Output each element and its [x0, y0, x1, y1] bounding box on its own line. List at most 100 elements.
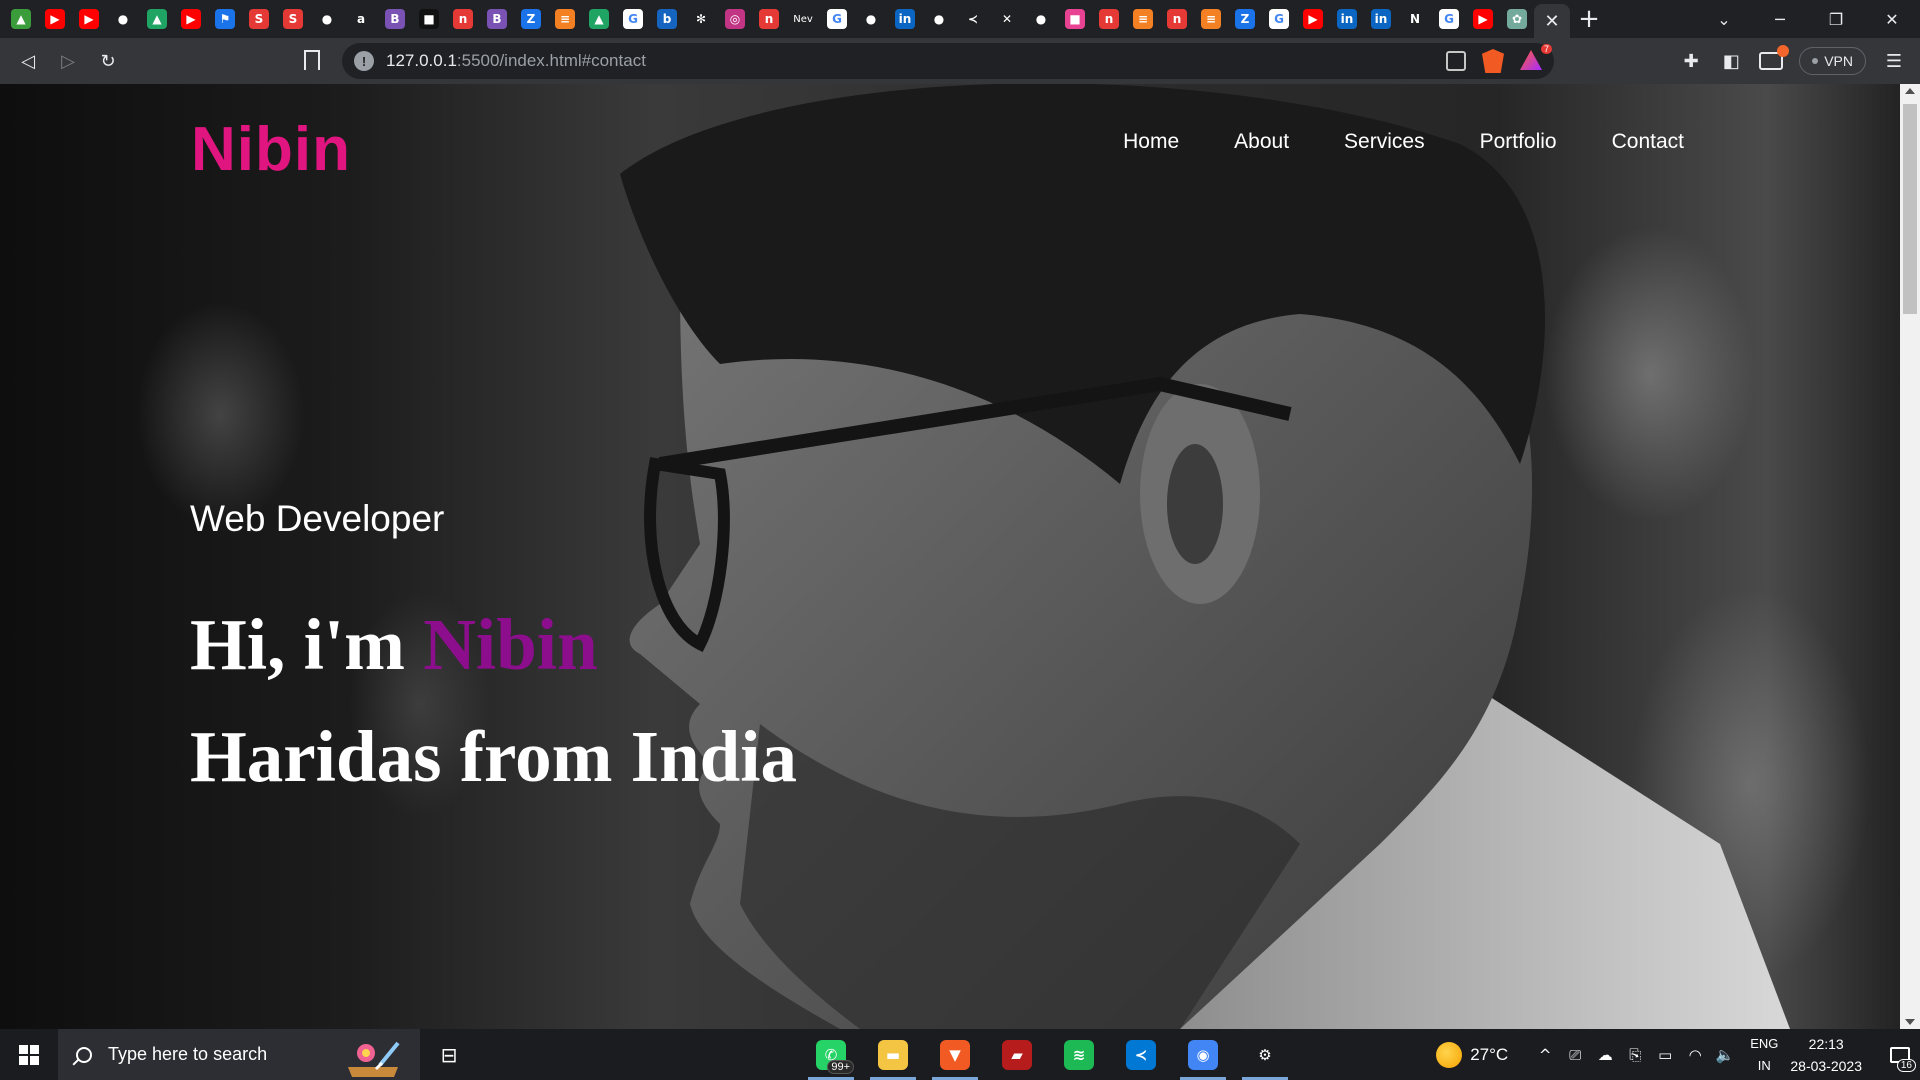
tab[interactable]: ■: [1058, 0, 1092, 38]
back-button[interactable]: ◁: [8, 41, 48, 81]
nav-link-services[interactable]: Services: [1344, 130, 1425, 154]
forward-button[interactable]: ▷: [48, 41, 88, 81]
taskbar-app[interactable]: ≋: [1048, 1029, 1110, 1080]
tab[interactable]: ▶: [38, 0, 72, 38]
site-info-icon[interactable]: !: [354, 51, 374, 71]
tab[interactable]: a: [344, 0, 378, 38]
tab[interactable]: G: [1432, 0, 1466, 38]
tab[interactable]: Z: [514, 0, 548, 38]
tab-search-icon[interactable]: ⌄: [1696, 0, 1752, 38]
tab[interactable]: ●: [1024, 0, 1058, 38]
tab[interactable]: Nev: [786, 0, 820, 38]
tab[interactable]: G: [820, 0, 854, 38]
tab[interactable]: ▶: [72, 0, 106, 38]
scrollbar-thumb[interactable]: [1903, 104, 1917, 314]
tab[interactable]: ▶: [1466, 0, 1500, 38]
tab[interactable]: Z: [1228, 0, 1262, 38]
share-icon[interactable]: [1446, 51, 1466, 71]
notification-center-button[interactable]: 16: [1880, 1029, 1920, 1080]
nav-link-home[interactable]: Home: [1123, 130, 1179, 154]
display-icon[interactable]: ⎘: [1620, 1046, 1650, 1064]
taskbar-app[interactable]: ▰: [986, 1029, 1048, 1080]
restore-button[interactable]: ❐: [1808, 0, 1864, 38]
camera-icon[interactable]: ⎚: [1560, 1046, 1590, 1064]
tab[interactable]: ≡: [1126, 0, 1160, 38]
tab[interactable]: in: [1330, 0, 1364, 38]
volume-icon[interactable]: 🔈: [1710, 1046, 1740, 1064]
wallet-icon[interactable]: [1759, 45, 1790, 70]
tab[interactable]: n: [1092, 0, 1126, 38]
tab[interactable]: b: [650, 0, 684, 38]
page-scrollbar[interactable]: [1900, 84, 1920, 1029]
tab[interactable]: ≡: [548, 0, 582, 38]
taskbar-app[interactable]: ⚙: [1234, 1029, 1296, 1080]
input-language[interactable]: ENG IN: [1750, 1033, 1778, 1077]
scroll-up-arrow-icon[interactable]: [1905, 88, 1915, 94]
close-tab-icon[interactable]: ✕: [1544, 11, 1559, 32]
new-tab-button[interactable]: +: [1570, 0, 1608, 38]
taskbar-app[interactable]: ▼: [924, 1029, 986, 1080]
reload-button[interactable]: ↻: [88, 41, 128, 81]
taskbar-app[interactable]: ◉: [1172, 1029, 1234, 1080]
active-tab[interactable]: ✕: [1534, 4, 1570, 38]
tab[interactable]: ≡: [1194, 0, 1228, 38]
bookmark-icon[interactable]: [304, 50, 320, 70]
tab[interactable]: ⚑: [208, 0, 242, 38]
tab[interactable]: ●: [854, 0, 888, 38]
tab[interactable]: B: [480, 0, 514, 38]
sidebar-icon[interactable]: ◧: [1719, 49, 1743, 73]
nav-link-portfolio[interactable]: Portfolio: [1480, 130, 1557, 154]
extensions-icon[interactable]: ✚: [1679, 49, 1703, 73]
tab[interactable]: ✿: [1500, 0, 1534, 38]
tab[interactable]: B: [378, 0, 412, 38]
battery-icon[interactable]: ▭: [1650, 1046, 1680, 1064]
tab[interactable]: ●: [106, 0, 140, 38]
tab[interactable]: ✻: [684, 0, 718, 38]
tab[interactable]: n: [1160, 0, 1194, 38]
nav-link-about[interactable]: About: [1234, 130, 1289, 154]
tab[interactable]: in: [1364, 0, 1398, 38]
scroll-down-arrow-icon[interactable]: [1905, 1019, 1915, 1025]
tab[interactable]: ●: [310, 0, 344, 38]
taskbar-app[interactable]: ≺: [1110, 1029, 1172, 1080]
tab[interactable]: in: [888, 0, 922, 38]
tab[interactable]: ≺: [956, 0, 990, 38]
tab[interactable]: ▲: [582, 0, 616, 38]
tab[interactable]: n: [752, 0, 786, 38]
menu-icon[interactable]: ☰: [1882, 49, 1906, 73]
tab[interactable]: ◎: [718, 0, 752, 38]
nav-link-contact[interactable]: Contact: [1612, 130, 1684, 154]
minimize-button[interactable]: ─: [1752, 0, 1808, 38]
tab[interactable]: G: [616, 0, 650, 38]
close-window-button[interactable]: ✕: [1864, 0, 1920, 38]
onedrive-icon[interactable]: ☁: [1590, 1046, 1620, 1064]
wifi-icon[interactable]: ◠: [1680, 1046, 1710, 1064]
tab[interactable]: n: [446, 0, 480, 38]
show-hidden-icons-icon[interactable]: ^: [1530, 1046, 1560, 1064]
task-view-button[interactable]: ⊟: [420, 1029, 478, 1080]
taskbar-app[interactable]: ▬: [862, 1029, 924, 1080]
tab[interactable]: ✕: [990, 0, 1024, 38]
url-text[interactable]: 127.0.0.1:5500/index.html#contact: [386, 51, 646, 71]
tab[interactable]: G: [1262, 0, 1296, 38]
tab[interactable]: ■: [412, 0, 446, 38]
address-bar[interactable]: ! 127.0.0.1:5500/index.html#contact 7: [342, 43, 1554, 79]
tab[interactable]: ●: [922, 0, 956, 38]
clock[interactable]: 22:13 28-03-2023: [1790, 1033, 1862, 1077]
tab[interactable]: ▶: [1296, 0, 1330, 38]
tab[interactable]: S: [242, 0, 276, 38]
tab[interactable]: ▲: [140, 0, 174, 38]
taskbar-app[interactable]: ✆ 99+: [800, 1029, 862, 1080]
vpn-button[interactable]: VPN: [1799, 47, 1866, 75]
tab[interactable]: ▲: [4, 0, 38, 38]
rewards-badge: 7: [1540, 44, 1552, 54]
tab[interactable]: S: [276, 0, 310, 38]
tab[interactable]: ▶: [174, 0, 208, 38]
brave-rewards-icon[interactable]: 7: [1520, 44, 1552, 72]
start-button[interactable]: [0, 1029, 58, 1080]
brave-shields-icon[interactable]: [1482, 49, 1504, 73]
weather-widget[interactable]: 27°C: [1436, 1041, 1508, 1068]
site-logo[interactable]: Nibin: [191, 114, 351, 185]
tab[interactable]: N: [1398, 0, 1432, 38]
taskbar-search-box[interactable]: Type here to search: [58, 1029, 420, 1080]
